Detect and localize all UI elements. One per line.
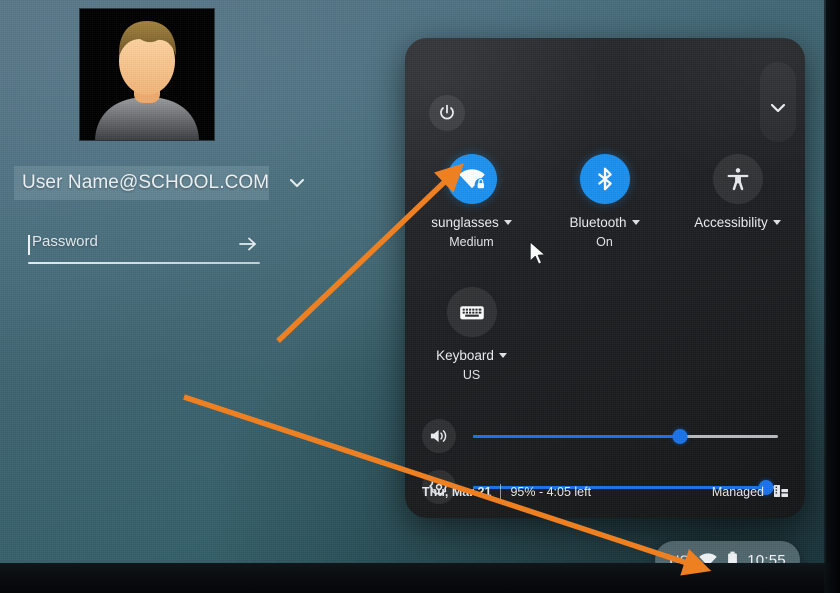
quick-settings-panel: sunglasses Medium Bluetooth On Accessibi… <box>405 38 805 518</box>
screenshot-photo-of-chromebook-screen: User Name@SCHOOL.COM Password sunglasses… <box>0 0 840 593</box>
wifi-locked-icon[interactable] <box>446 154 497 204</box>
tile-accessibility-label: Accessibility <box>694 215 768 230</box>
text-cursor <box>28 235 30 255</box>
tile-network-label-row: sunglasses <box>431 215 512 230</box>
accessibility-person-icon[interactable] <box>712 154 763 204</box>
bluetooth-icon[interactable] <box>579 154 630 204</box>
right-bezel <box>824 0 840 593</box>
password-placeholder: Password <box>32 233 98 250</box>
chevron-down-icon[interactable] <box>503 220 512 225</box>
footer-left-group: Thu, Mar 21 95% - 4:05 left <box>422 483 591 501</box>
arrow-right-icon[interactable] <box>237 234 259 254</box>
tile-keyboard-label-row: Keyboard <box>436 348 507 363</box>
feature-tiles-grid: sunglasses Medium Bluetooth On Accessibi… <box>405 154 805 382</box>
volume-up-icon[interactable] <box>422 419 456 453</box>
date-text: Thu, Mar 21 <box>422 485 492 499</box>
footer-divider <box>500 483 502 501</box>
tile-bluetooth[interactable]: Bluetooth On <box>538 154 671 249</box>
tile-network-label: sunglasses <box>431 215 499 230</box>
login-pod: User Name@SCHOOL.COM Password <box>0 0 330 290</box>
volume-slider-thumb[interactable] <box>672 429 688 444</box>
account-selector[interactable]: User Name@SCHOOL.COM <box>14 166 305 200</box>
tile-bluetooth-label-row: Bluetooth <box>569 215 640 230</box>
tile-bluetooth-sublabel: On <box>596 235 613 249</box>
tile-network[interactable]: sunglasses Medium <box>405 154 538 249</box>
username-text: User Name@SCHOOL.COM <box>22 172 270 193</box>
volume-slider-row[interactable] <box>405 414 805 458</box>
chevron-down-icon[interactable] <box>286 172 308 194</box>
keyboard-icon[interactable] <box>446 287 497 337</box>
chevron-down-icon[interactable] <box>498 353 507 358</box>
username-pill[interactable]: User Name@SCHOOL.COM <box>14 166 269 200</box>
tile-accessibility[interactable]: Accessibility <box>671 154 804 249</box>
volume-slider-fill <box>473 435 681 438</box>
battery-status-text[interactable]: 95% - 4:05 left <box>510 485 591 499</box>
quick-settings-footer: Thu, Mar 21 95% - 4:05 left Managed <box>405 466 805 518</box>
tile-keyboard-label: Keyboard <box>436 348 494 363</box>
feature-tiles-row-2: Keyboard US <box>405 287 805 382</box>
tile-accessibility-label-row: Accessibility <box>694 215 781 230</box>
tile-bluetooth-label: Bluetooth <box>569 215 627 230</box>
tile-network-sublabel: Medium <box>449 235 494 249</box>
tile-keyboard[interactable]: Keyboard US <box>405 287 538 382</box>
power-button[interactable] <box>429 95 465 131</box>
chevron-down-icon <box>768 101 788 120</box>
feature-tiles-row-1: sunglasses Medium Bluetooth On Accessibi… <box>405 154 805 249</box>
password-field[interactable]: Password <box>28 233 260 267</box>
enterprise-building-icon <box>773 483 789 502</box>
mouse-cursor <box>528 240 550 270</box>
tile-keyboard-sublabel: US <box>462 368 481 382</box>
avatar[interactable] <box>80 9 214 140</box>
collapse-panel-button[interactable] <box>760 62 796 142</box>
managed-label: Managed <box>711 485 764 499</box>
volume-slider-track[interactable] <box>473 427 778 445</box>
password-underline <box>28 262 260 264</box>
bottom-bezel <box>0 563 840 593</box>
chevron-down-icon[interactable] <box>631 220 640 225</box>
managed-indicator[interactable]: Managed <box>712 483 789 502</box>
chevron-down-icon[interactable] <box>772 220 781 225</box>
quick-settings-topbar <box>405 38 805 106</box>
lcd-screen-area: User Name@SCHOOL.COM Password sunglasses… <box>0 0 826 566</box>
